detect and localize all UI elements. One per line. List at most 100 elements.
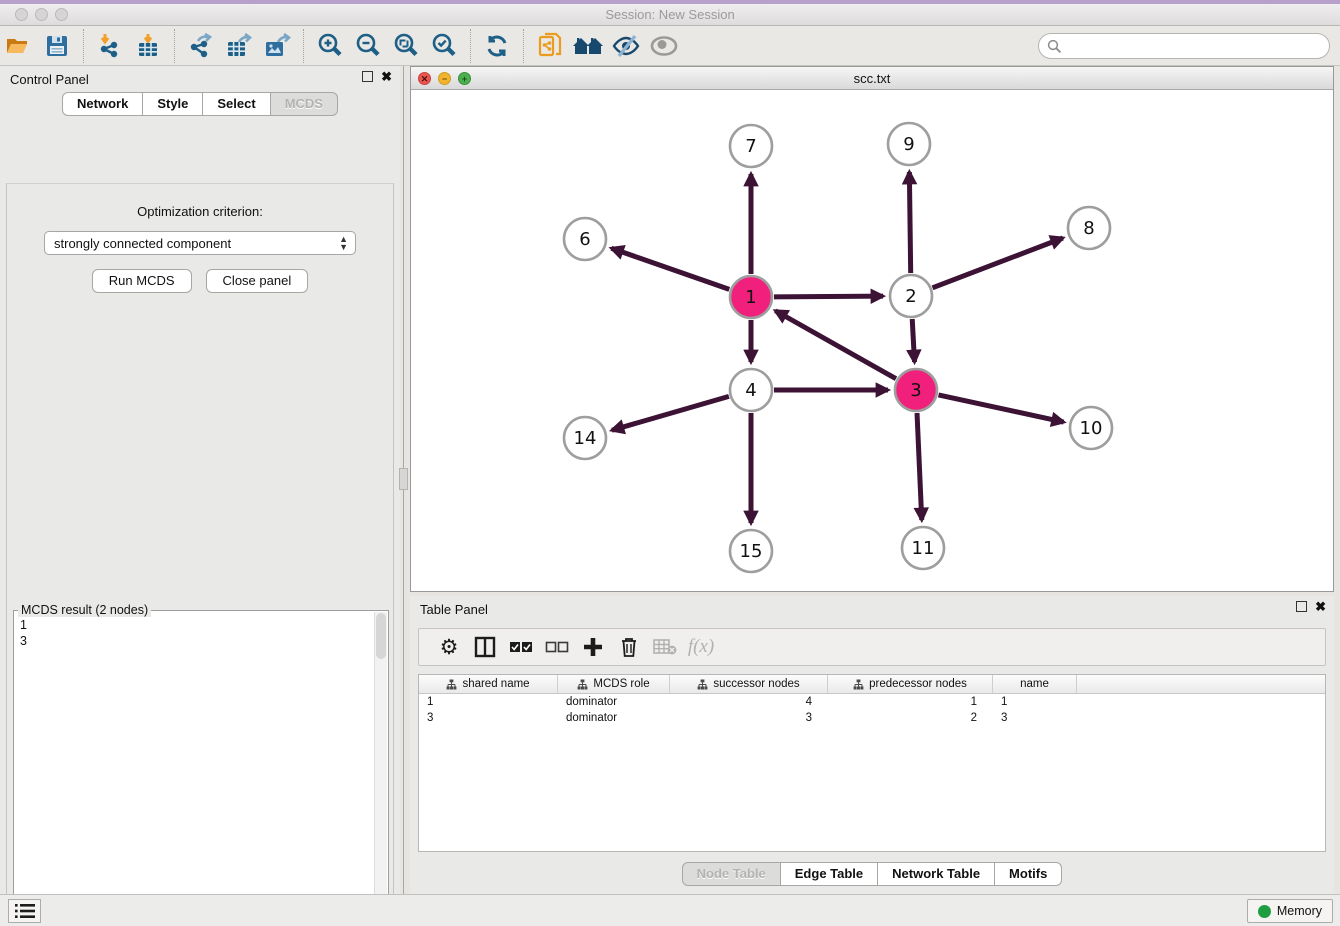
table-toolbar: ⚙ f(x): [418, 628, 1326, 666]
hide-eye-icon[interactable]: [609, 30, 643, 62]
search-input[interactable]: [1062, 39, 1312, 54]
open-session-icon[interactable]: [2, 30, 36, 62]
tab-node-table[interactable]: Node Table: [682, 862, 781, 886]
select-all-columns-icon[interactable]: [503, 632, 539, 662]
task-history-button[interactable]: [8, 899, 41, 923]
close-panel-icon[interactable]: ✖: [381, 71, 392, 82]
node-table[interactable]: shared nameMCDS rolesuccessor nodesprede…: [418, 674, 1326, 852]
column-header-MCDS-role[interactable]: MCDS role: [558, 675, 670, 694]
column-header-shared-name[interactable]: shared name: [419, 675, 558, 694]
search-icon: [1047, 39, 1062, 54]
edge-3-11[interactable]: [917, 413, 922, 520]
function-builder-icon[interactable]: f(x): [683, 632, 719, 662]
import-table-icon[interactable]: [131, 30, 165, 62]
optimization-criterion-label: Optimization criterion:: [7, 204, 393, 219]
delete-table-icon[interactable]: [647, 632, 683, 662]
cell-shared-name[interactable]: 1: [419, 694, 558, 710]
edge-2-8[interactable]: [932, 238, 1062, 288]
cell-predecessor-nodes[interactable]: 1: [828, 694, 993, 710]
tab-network-table[interactable]: Network Table: [878, 862, 995, 886]
cell-MCDS-role[interactable]: dominator: [558, 710, 670, 726]
edge-3-10[interactable]: [938, 395, 1063, 422]
toolbar-separator: [523, 29, 524, 63]
run-mcds-button[interactable]: Run MCDS: [92, 269, 192, 293]
cell-shared-name[interactable]: 3: [419, 710, 558, 726]
zoom-in-icon[interactable]: [313, 30, 347, 62]
cell-name[interactable]: 3: [993, 710, 1077, 726]
table-panel-header: Table Panel ✖: [410, 596, 1334, 622]
tab-style[interactable]: Style: [143, 92, 203, 116]
mcds-tab-content: Optimization criterion: strongly connect…: [6, 183, 394, 926]
memory-button[interactable]: Memory: [1247, 899, 1333, 923]
tab-network[interactable]: Network: [62, 92, 143, 116]
save-session-icon[interactable]: [40, 30, 74, 62]
control-panel-header: Control Panel ✖: [0, 66, 400, 92]
column-header-predecessor-nodes[interactable]: predecessor nodes: [828, 675, 993, 694]
edge-4-14[interactable]: [612, 396, 729, 430]
float-panel-icon[interactable]: [362, 71, 373, 82]
float-table-panel-icon[interactable]: [1296, 601, 1307, 612]
zoom-selected-icon[interactable]: [427, 30, 461, 62]
export-table-icon[interactable]: [222, 30, 256, 62]
network-graph-canvas[interactable]: 7968124314101511: [411, 90, 1333, 591]
tab-mcds[interactable]: MCDS: [271, 92, 338, 116]
node-label-9: 9: [903, 134, 914, 155]
edge-1-6[interactable]: [611, 248, 729, 289]
cell-successor-nodes[interactable]: 3: [670, 710, 828, 726]
cell-successor-nodes[interactable]: 4: [670, 694, 828, 710]
mcds-result-text[interactable]: 13: [14, 613, 372, 926]
clone-network-icon[interactable]: [533, 30, 567, 62]
cell-predecessor-nodes[interactable]: 2: [828, 710, 993, 726]
result-scrollbar-thumb[interactable]: [376, 613, 386, 659]
tab-motifs[interactable]: Motifs: [995, 862, 1062, 886]
import-network-icon[interactable]: [93, 30, 127, 62]
edge-1-2[interactable]: [774, 296, 883, 297]
result-line: 1: [20, 617, 372, 633]
edge-2-9[interactable]: [909, 172, 910, 273]
node-label-1: 1: [745, 287, 756, 308]
cell-MCDS-role[interactable]: dominator: [558, 694, 670, 710]
toolbar-separator: [303, 29, 304, 63]
zoom-fit-icon[interactable]: [389, 30, 423, 62]
select-stepper-icon: ▲▼: [339, 235, 348, 251]
criterion-select[interactable]: strongly connected component ▲▼: [44, 231, 356, 255]
table-settings-gear-icon[interactable]: ⚙: [431, 632, 467, 662]
main-toolbar: [0, 26, 1340, 66]
result-scrollbar[interactable]: [374, 612, 387, 926]
node-label-11: 11: [912, 538, 935, 559]
export-network-icon[interactable]: [184, 30, 218, 62]
cell-name[interactable]: 1: [993, 694, 1077, 710]
node-label-8: 8: [1083, 218, 1094, 239]
table-row[interactable]: 1dominator411: [419, 694, 1325, 710]
table-row[interactable]: 3dominator323: [419, 710, 1325, 726]
status-bar: Memory: [0, 894, 1340, 926]
home-icon[interactable]: [571, 30, 605, 62]
delete-column-icon[interactable]: [611, 632, 647, 662]
tab-edge-table[interactable]: Edge Table: [781, 862, 878, 886]
edge-3-1[interactable]: [775, 311, 896, 379]
window-title: Session: New Session: [0, 7, 1340, 22]
column-header-successor-nodes[interactable]: successor nodes: [670, 675, 828, 694]
tab-select[interactable]: Select: [203, 92, 270, 116]
table-panel-title: Table Panel: [420, 602, 488, 617]
show-eye-icon[interactable]: [647, 30, 681, 62]
result-line: 3: [20, 633, 372, 649]
network-view-window: ✕ − + scc.txt 7968124314101511: [410, 66, 1334, 592]
vertical-splitter-handle[interactable]: [399, 468, 408, 490]
unselect-all-columns-icon[interactable]: [539, 632, 575, 662]
network-window-titlebar[interactable]: ✕ − + scc.txt: [411, 67, 1333, 90]
zoom-out-icon[interactable]: [351, 30, 385, 62]
node-label-10: 10: [1080, 418, 1103, 439]
add-column-icon[interactable]: [575, 632, 611, 662]
toolbar-separator: [83, 29, 84, 63]
edge-2-3[interactable]: [912, 319, 914, 362]
column-header-name[interactable]: name: [993, 675, 1077, 694]
refresh-view-icon[interactable]: [480, 30, 514, 62]
close-panel-button[interactable]: Close panel: [206, 269, 309, 293]
export-image-icon[interactable]: [260, 30, 294, 62]
column-header-filler: [1077, 675, 1325, 694]
close-table-panel-icon[interactable]: ✖: [1315, 601, 1326, 612]
toggle-columns-icon[interactable]: [467, 632, 503, 662]
search-field[interactable]: [1038, 33, 1330, 59]
node-label-2: 2: [905, 286, 916, 307]
